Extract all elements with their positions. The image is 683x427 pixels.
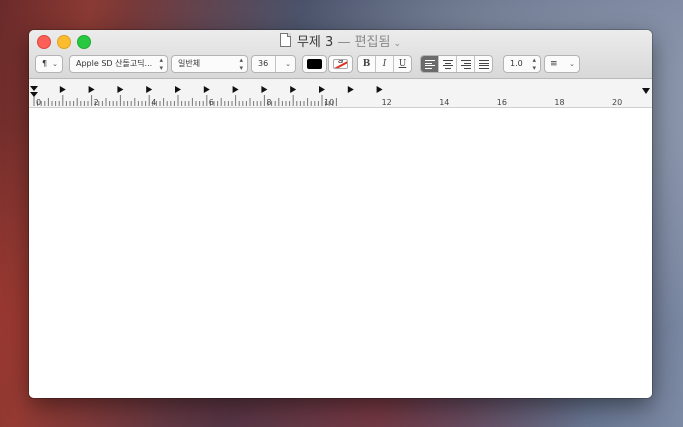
document-icon [279, 33, 291, 47]
ruler-label: 4 [151, 98, 156, 107]
font-size-combo[interactable]: 36 ⌄ [251, 55, 296, 73]
tab-stop-marker[interactable] [203, 86, 210, 93]
font-family-value: Apple SD 산돌고딕... [76, 59, 153, 68]
text-editor-area[interactable] [29, 108, 652, 398]
chevron-down-icon: ⌄ [52, 60, 58, 68]
list-bullets-popup[interactable]: ≡ ⌄ [544, 55, 580, 73]
underline-button[interactable]: U [394, 56, 411, 72]
align-left-button[interactable] [421, 56, 439, 72]
ruler-label: 14 [439, 98, 449, 107]
tab-stop-marker[interactable] [146, 86, 153, 93]
align-right-button[interactable] [457, 56, 475, 72]
align-center-icon [443, 60, 453, 70]
tab-stop-marker[interactable] [117, 86, 124, 93]
chevron-down-icon[interactable]: ⌄ [393, 39, 401, 49]
list-bullets-icon: ≡ [550, 59, 558, 69]
right-margin-marker[interactable] [642, 88, 650, 94]
tab-stop-marker[interactable] [347, 86, 354, 93]
font-style-value: 일반체 [178, 59, 201, 68]
ruler-label: 8 [266, 98, 271, 107]
text-style-segment: B I U [357, 55, 412, 73]
ruler-label: 12 [382, 98, 392, 107]
combo-divider [275, 56, 276, 72]
pilcrow-icon: ¶ [42, 59, 48, 68]
ruler-scale: 0 2 4 6 8 10 12 14 16 18 20 [30, 86, 650, 107]
title-separator: — [337, 35, 351, 50]
up-down-arrows-icon: ▴ ▾ [532, 56, 536, 72]
ruler-label: 18 [554, 98, 564, 107]
a-glyph-icon: a [338, 59, 344, 66]
line-spacing-popup[interactable]: 1.0 ▴ ▾ [503, 55, 541, 73]
left-indent-marker[interactable] [30, 86, 38, 97]
font-size-value: 36 [258, 59, 269, 68]
window-title[interactable]: 무제 3 — 편집됨 ⌄ [29, 33, 652, 53]
align-right-icon [461, 60, 471, 70]
ruler-label: 16 [497, 98, 507, 107]
align-left-icon [425, 60, 435, 70]
ruler-label: 2 [94, 98, 99, 107]
line-spacing-value: 1.0 [510, 59, 523, 68]
document-name: 무제 3 [296, 35, 334, 50]
ruler-label: 0 [36, 98, 41, 107]
bold-button[interactable]: B [358, 56, 376, 72]
chevron-down-icon[interactable]: ⌄ [285, 56, 291, 72]
chevron-down-icon: ⌄ [569, 60, 575, 68]
text-color-well[interactable] [302, 55, 327, 73]
ruler-label: 6 [209, 98, 214, 107]
up-down-arrows-icon: ▴ ▾ [239, 56, 243, 72]
ruler-label: 10 [324, 98, 334, 107]
align-center-button[interactable] [439, 56, 457, 72]
justify-icon [479, 60, 489, 70]
edited-status: 편집됨 [354, 35, 391, 50]
no-color-swatch: a [333, 59, 348, 69]
tab-stop-marker[interactable] [175, 86, 181, 93]
ruler[interactable]: 0 2 4 6 8 10 12 14 16 18 20 [29, 79, 652, 108]
ruler-label: 20 [612, 98, 622, 107]
font-style-popup[interactable]: 일반체 ▴ ▾ [171, 55, 248, 73]
background-color-well[interactable]: a [328, 55, 353, 73]
format-toolbar: ¶ ⌄ Apple SD 산돌고딕... ▴ ▾ 일반체 ▴ ▾ 36 ⌄ a … [29, 55, 652, 73]
italic-button[interactable]: I [376, 56, 394, 72]
text-color-swatch [307, 59, 322, 69]
alignment-segment [420, 55, 493, 73]
tab-stop-marker[interactable] [59, 86, 66, 93]
paragraph-style-popup[interactable]: ¶ ⌄ [35, 55, 63, 73]
font-family-popup[interactable]: Apple SD 산돌고딕... ▴ ▾ [69, 55, 168, 73]
tab-stop-marker[interactable] [261, 86, 268, 93]
tab-stop-marker[interactable] [290, 86, 297, 93]
tab-stop-marker[interactable] [376, 86, 383, 93]
up-down-arrows-icon: ▴ ▾ [159, 56, 163, 72]
tab-stop-marker[interactable] [88, 86, 95, 93]
tab-stop-marker[interactable] [232, 86, 239, 93]
justify-button[interactable] [475, 56, 492, 72]
textedit-window[interactable]: 무제 3 — 편집됨 ⌄ ¶ ⌄ Apple SD 산돌고딕... ▴ ▾ 일반체 … [29, 30, 652, 398]
tab-stop-marker[interactable] [319, 86, 325, 93]
titlebar[interactable]: 무제 3 — 편집됨 ⌄ ¶ ⌄ Apple SD 산돌고딕... ▴ ▾ 일반체 … [29, 30, 652, 79]
